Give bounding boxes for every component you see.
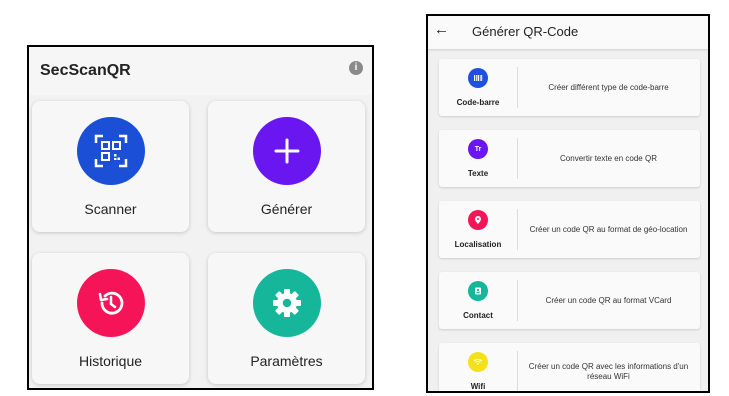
history-label: Historique — [78, 353, 143, 369]
scanner-tile[interactable]: Scanner — [32, 101, 189, 232]
divider — [517, 280, 518, 321]
wifi-option-left: Wifi — [439, 343, 517, 391]
barcode-option[interactable]: Code-barre Créer différent type de code-… — [439, 59, 700, 116]
gear-icon — [252, 269, 321, 337]
wifi-option[interactable]: Wifi Créer un code QR avec les informati… — [439, 343, 700, 391]
divider — [517, 209, 518, 250]
contact-option-desc: Créer un code QR au format VCard — [545, 295, 672, 305]
text-icon: Tr — [468, 139, 488, 159]
home-screen: SecScanQR i Scanner Générer Historique P… — [27, 45, 374, 390]
generate-app-bar: ← Générer QR-Code — [428, 16, 708, 49]
location-option-left: Localisation — [439, 201, 517, 258]
history-tile[interactable]: Historique — [32, 253, 189, 384]
barcode-option-name: Code-barre — [456, 98, 500, 107]
generate-label: Générer — [260, 201, 313, 217]
barcode-option-desc: Créer différent type de code-barre — [548, 82, 669, 92]
location-icon — [468, 210, 488, 230]
settings-label: Paramètres — [250, 353, 323, 369]
generate-screen: ← Générer QR-Code Code-barre Créer diffé… — [426, 14, 710, 393]
home-app-bar: SecScanQR i — [29, 47, 372, 95]
wifi-option-desc: Créer un code QR avec les informations d… — [528, 361, 689, 381]
wifi-option-name: Wifi — [470, 382, 486, 391]
back-arrow-icon[interactable]: ← — [434, 21, 449, 38]
text-option[interactable]: Tr Texte Convertir texte en code QR — [439, 130, 700, 187]
contact-icon — [468, 281, 488, 301]
app-title: SecScanQR — [40, 62, 131, 79]
scanner-label: Scanner — [84, 201, 137, 217]
contact-option[interactable]: Contact Créer un code QR au format VCard — [439, 272, 700, 329]
location-option-desc: Créer un code QR au format de géo-locati… — [529, 224, 688, 234]
divider — [517, 67, 518, 108]
settings-tile[interactable]: Paramètres — [208, 253, 365, 384]
contact-option-name: Contact — [463, 311, 493, 320]
divider — [517, 351, 518, 391]
qr-scan-icon — [76, 117, 145, 185]
contact-option-left: Contact — [439, 272, 517, 329]
generate-tile[interactable]: Générer — [208, 101, 365, 232]
wifi-icon — [468, 352, 488, 372]
barcode-icon — [468, 68, 488, 88]
generate-title: Générer QR-Code — [472, 24, 579, 39]
text-option-left: Tr Texte — [439, 130, 517, 187]
info-icon[interactable]: i — [349, 61, 363, 75]
text-option-desc: Convertir texte en code QR — [560, 153, 657, 163]
history-icon — [76, 269, 145, 337]
text-option-name: Texte — [467, 169, 489, 178]
location-option[interactable]: Localisation Créer un code QR au format … — [439, 201, 700, 258]
divider — [517, 138, 518, 179]
location-option-name: Localisation — [454, 240, 502, 249]
barcode-option-left: Code-barre — [439, 59, 517, 116]
plus-icon — [252, 117, 321, 185]
